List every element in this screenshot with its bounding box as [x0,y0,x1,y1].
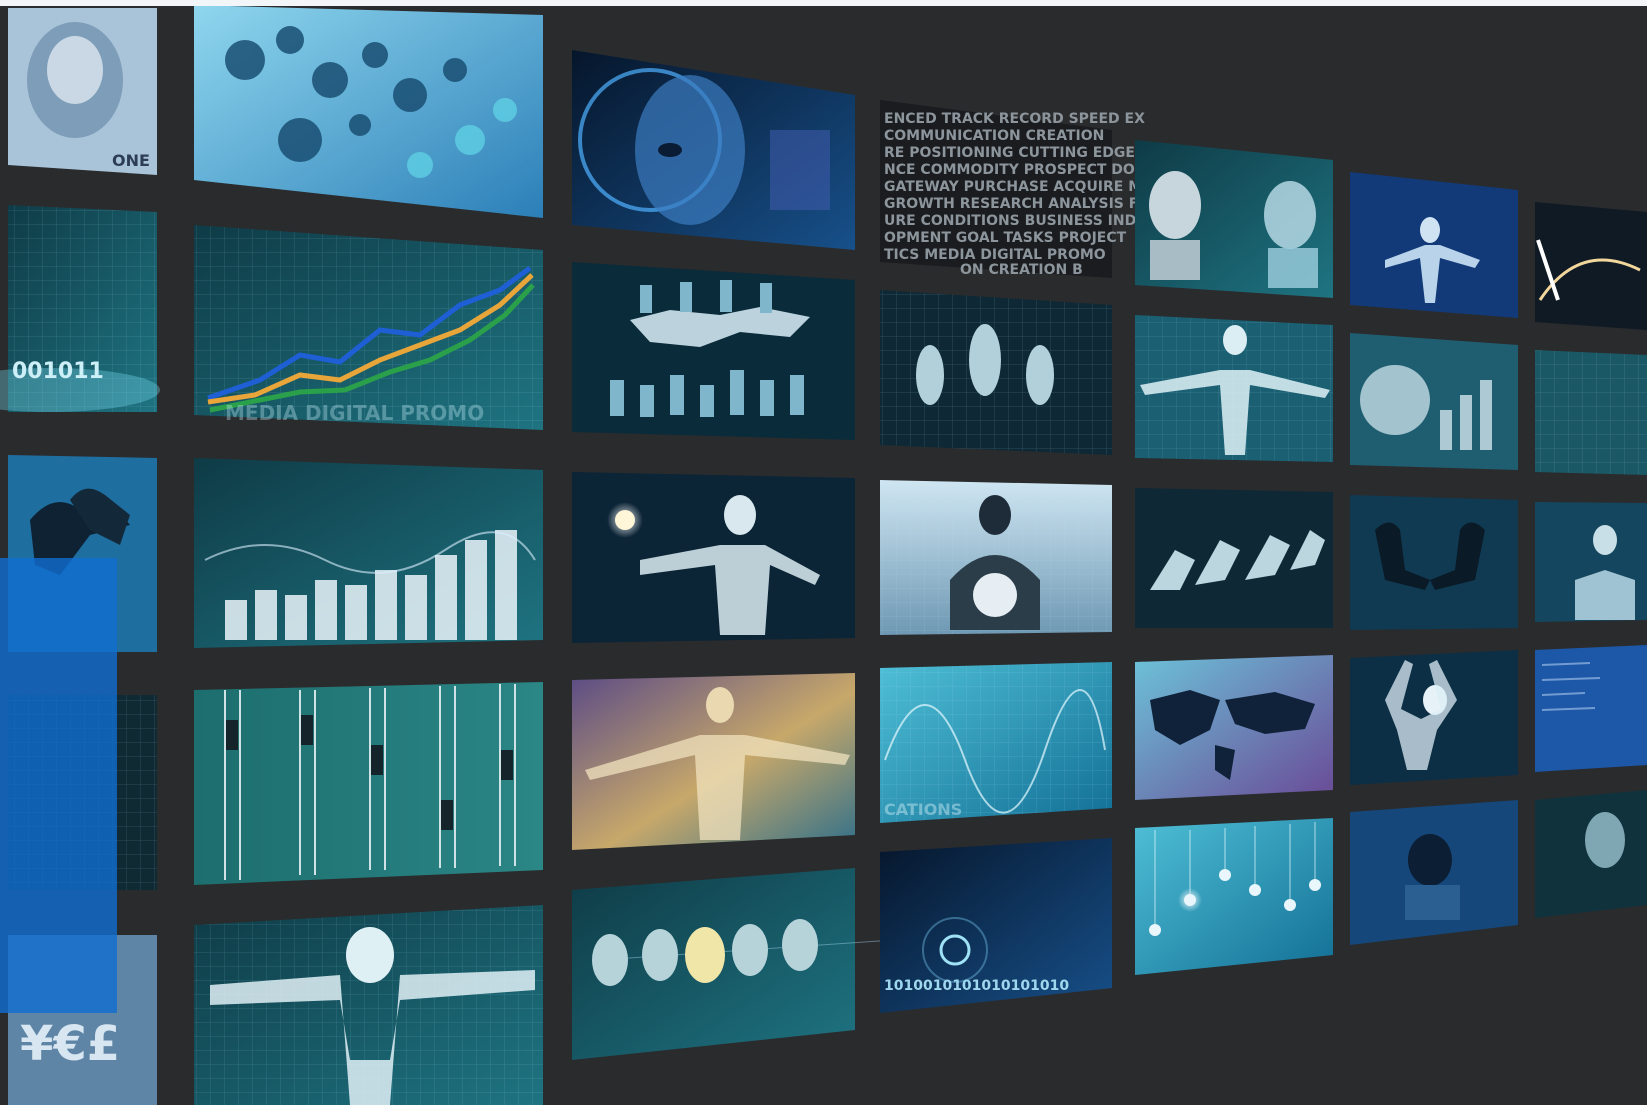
tile-molecules [194,5,543,218]
tile-word-cloud: ENCED TRACK RECORD SPEED EX COMMUNICATIO… [880,100,1180,278]
wave-tile-text: CATIONS [884,800,962,819]
binary-left-text: 001011 [12,359,104,384]
svg-text:¥€£: ¥€£ [20,1016,120,1072]
tile-face-right [1535,790,1647,918]
tile-figure-arms-wide [1135,315,1333,462]
blue-overlay-panel [0,558,117,1013]
word-line-9: TICS MEDIA DIGITAL PROMO [884,247,1106,263]
tile-line-chart: MEDIA DIGITAL PROMO [194,225,543,430]
tile-banknote: ONE [8,8,157,175]
word-line-2: COMMUNICATION CREATION [884,128,1104,144]
tile-face-tech [572,50,855,250]
word-line-3: RE POSITIONING CUTTING EDGE [884,145,1135,161]
word-line-5: GATEWAY PURCHASE ACQUIRE MER [884,179,1163,195]
tile-arms-outstretched [572,673,855,850]
chart-tile-text: MEDIA DIGITAL PROMO [225,401,484,425]
tile-two-heads [1135,140,1333,298]
tile-lightbulb-man [572,472,855,643]
top-edge-strip [0,0,1647,6]
tile-figure-right [1535,502,1647,622]
tile-puppet-figure [1350,172,1518,318]
photo-canvas: ONE 001011 ¥€£ MEDIA DIGITAL PROMO ENCED… [0,0,1647,1105]
tile-ladders [194,682,543,885]
tile-wave-computers: CATIONS [880,662,1112,823]
tile-globe-woman [880,480,1112,635]
tile-bar-chart-people [194,458,543,648]
tile-light-bulbs [1135,818,1333,975]
video-wall: ONE 001011 ¥€£ MEDIA DIGITAL PROMO ENCED… [0,5,1647,1105]
tile-binary-clock: 1010010101010101010 [880,838,1112,1013]
tile-globe-bars [1350,333,1518,470]
tile-binary-left: 001011 [0,205,160,412]
tile-hooded-laptop [1350,800,1518,945]
word-line-6: GROWTH RESEARCH ANALYSIS FO [884,196,1150,212]
word-line-10: ON CREATION B [960,262,1083,278]
tile-abstract-teal [1535,350,1647,475]
tile-world-map [1135,655,1333,800]
tile-hurdlers [1135,488,1333,628]
word-line-1: ENCED TRACK RECORD SPEED EX [884,111,1145,127]
tile-light-streak [1535,202,1647,330]
tile-data-screen [1535,645,1647,772]
banknote-label: ONE [112,151,150,170]
word-line-8: OPMENT GOAL TASKS PROJECT [884,230,1127,246]
binary-bottom-text: 1010010101010101010 [884,978,1069,994]
tile-vitruvian [194,905,543,1105]
word-line-7: URE CONDITIONS BUSINESS IND [884,213,1136,229]
tile-chess [572,262,855,440]
tile-runners-tech [880,290,1112,455]
tile-handshake [1350,495,1518,630]
tile-arms-raised [1350,650,1518,785]
